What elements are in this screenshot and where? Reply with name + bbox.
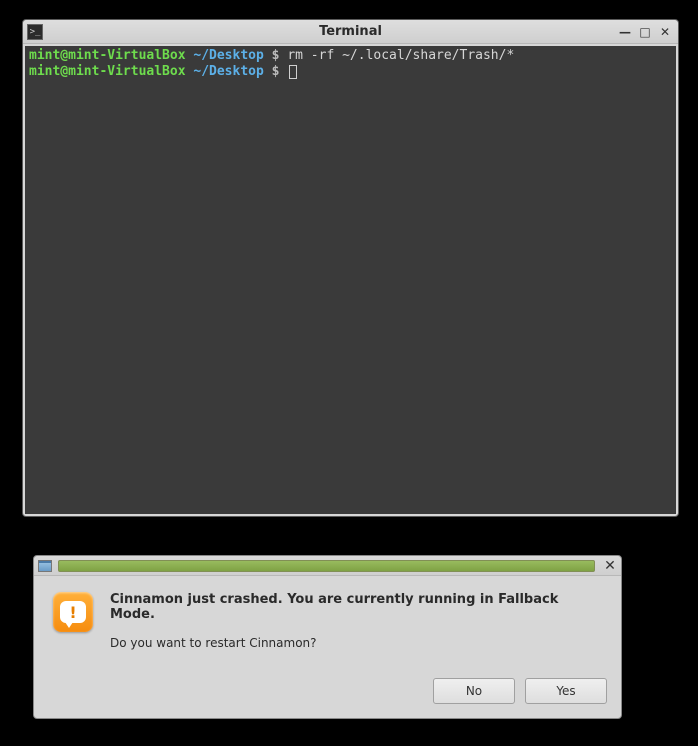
dialog-button-row: No Yes — [34, 678, 621, 718]
prompt-user: mint@mint-VirtualBox — [29, 64, 186, 79]
dialog-content: Cinnamon just crashed. You are currently… — [98, 592, 607, 668]
dialog-titlebar[interactable]: ✕ — [34, 556, 621, 576]
dialog-titlebar-fill — [58, 560, 595, 572]
window-controls: — □ ✕ — [616, 24, 678, 40]
prompt-dollar: $ — [264, 64, 287, 79]
cursor-icon — [289, 65, 297, 79]
crash-dialog: ✕ ! Cinnamon just crashed. You are curre… — [33, 555, 622, 719]
terminal-window: >_ Terminal — □ ✕ mint@mint-VirtualBox ~… — [22, 19, 679, 517]
dialog-icon-wrap: ! — [48, 592, 98, 668]
maximize-button[interactable]: □ — [636, 24, 654, 40]
minimize-button[interactable]: — — [616, 24, 634, 40]
command-text: rm -rf ~/.local/share/Trash/* — [287, 48, 514, 63]
prompt-path: ~/Desktop — [193, 48, 263, 63]
terminal-body[interactable]: mint@mint-VirtualBox ~/Desktop $ rm -rf … — [25, 46, 676, 514]
terminal-title: Terminal — [23, 24, 678, 39]
terminal-titlebar[interactable]: >_ Terminal — □ ✕ — [23, 20, 678, 44]
dialog-question: Do you want to restart Cinnamon? — [110, 636, 607, 650]
dialog-close-button[interactable]: ✕ — [601, 557, 619, 575]
exclamation-icon: ! — [69, 603, 76, 622]
prompt-path: ~/Desktop — [193, 64, 263, 79]
close-button[interactable]: ✕ — [656, 24, 674, 40]
terminal-app-icon: >_ — [27, 24, 43, 40]
dialog-app-icon — [38, 560, 52, 572]
yes-button[interactable]: Yes — [525, 678, 607, 704]
dialog-body: ! Cinnamon just crashed. You are current… — [34, 576, 621, 678]
no-button[interactable]: No — [433, 678, 515, 704]
prompt-user: mint@mint-VirtualBox — [29, 48, 186, 63]
warning-icon: ! — [53, 592, 93, 632]
dialog-heading: Cinnamon just crashed. You are currently… — [110, 592, 607, 622]
speech-bubble-icon: ! — [60, 601, 86, 623]
prompt-dollar: $ — [264, 48, 287, 63]
